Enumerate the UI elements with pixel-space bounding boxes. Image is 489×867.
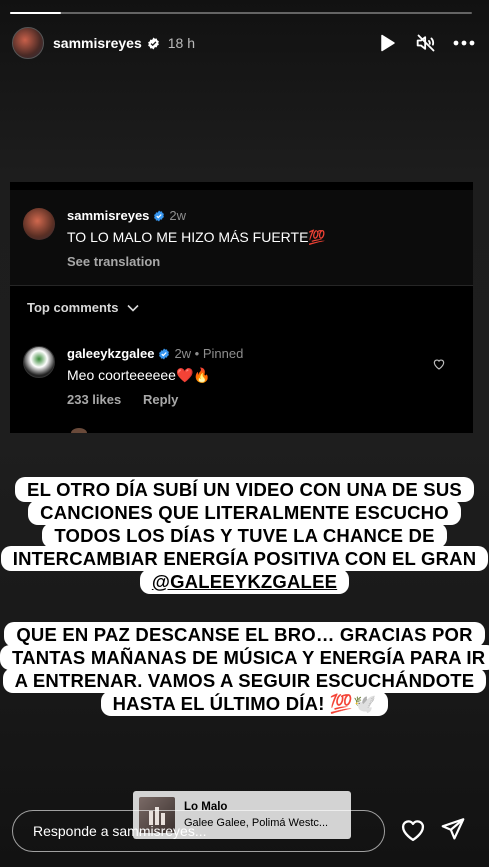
story-time: 18 h: [167, 35, 195, 51]
speaker-muted-icon: [416, 34, 435, 52]
story-progress-bar: [10, 12, 472, 14]
story-caption-2: QUE EN PAZ DESCANSE EL BRO… GRACIAS POR …: [0, 622, 489, 716]
send-icon: [441, 818, 465, 840]
mute-button[interactable]: [415, 32, 437, 54]
post-time: 2w: [169, 208, 187, 223]
chevron-down-icon: [126, 304, 139, 312]
play-button[interactable]: [377, 32, 399, 54]
mention-link[interactable]: @GALEEYKZGALEE: [152, 571, 337, 592]
comment-avatar: [23, 346, 55, 378]
verified-badge-icon: [159, 348, 170, 359]
embedded-screenshot: sammisreyes 2w TO LO MALO ME HIZO MÁS FU…: [10, 182, 473, 433]
post-caption: TO LO MALO ME HIZO MÁS FUERTE💯: [67, 229, 326, 245]
comment-reply-link: Reply: [143, 392, 179, 407]
heart-icon: [401, 820, 425, 842]
share-button[interactable]: [440, 816, 468, 844]
post-avatar: [23, 208, 55, 240]
caption-1-text: EL OTRO DÍA SUBÍ UN VIDEO CON UNA DE SUS…: [12, 479, 477, 569]
story-username[interactable]: sammisreyes: [53, 35, 142, 51]
more-options-button[interactable]: [453, 32, 475, 54]
verified-badge-icon: [154, 210, 165, 221]
story-progress-fill: [10, 12, 61, 14]
comment-text: Meo coorteeeeee❤️🔥: [67, 367, 211, 383]
story-caption-1: EL OTRO DÍA SUBÍ UN VIDEO CON UNA DE SUS…: [0, 477, 489, 594]
top-comments-text: Top comments: [27, 300, 119, 315]
caption-2-text: QUE EN PAZ DESCANSE EL BRO… GRACIAS POR …: [0, 622, 489, 716]
verified-badge-icon: [147, 37, 159, 49]
heart-icon: [433, 359, 445, 370]
divider: [10, 285, 473, 286]
comment-likes: 233 likes: [67, 392, 122, 407]
story-header: sammisreyes 18 h: [12, 27, 475, 59]
story-viewer: sammisreyes 18 h sammisreyes 2w TO LO MA…: [0, 0, 489, 867]
avatar[interactable]: [12, 27, 44, 59]
like-button[interactable]: [399, 816, 427, 844]
comment-meta: 2w • Pinned: [174, 346, 244, 361]
reply-input[interactable]: [33, 811, 233, 851]
comment-username: galeeykzgalee: [67, 346, 155, 361]
more-icon: [453, 40, 475, 46]
reply-field-container[interactable]: [12, 810, 385, 852]
play-icon: [381, 34, 395, 52]
screenshot-post: sammisreyes 2w TO LO MALO ME HIZO MÁS FU…: [10, 190, 473, 286]
see-translation-link: See translation: [67, 254, 161, 269]
next-comment-avatar: [71, 428, 87, 433]
top-comments-label: Top comments: [27, 300, 139, 315]
post-username: sammisreyes: [67, 208, 150, 223]
